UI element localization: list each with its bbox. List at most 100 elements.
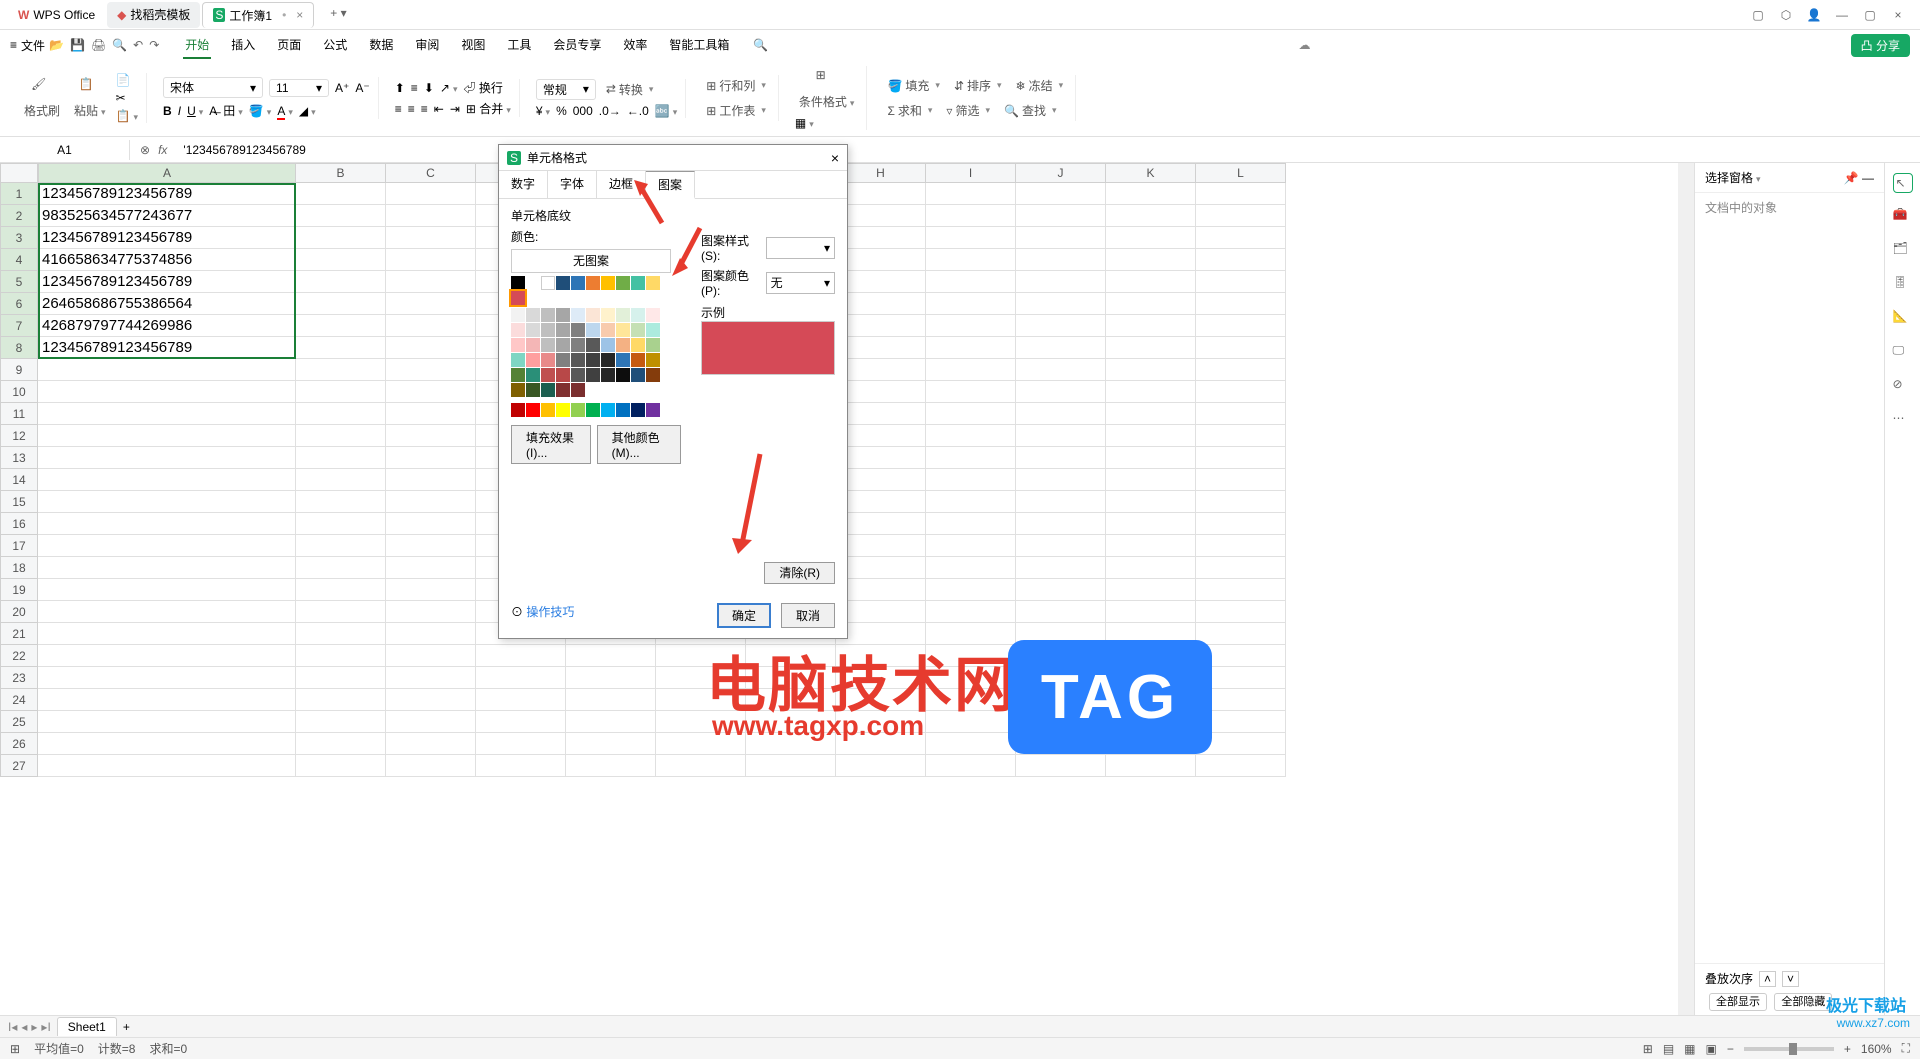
row-header[interactable]: 20	[0, 601, 38, 623]
screen-icon[interactable]: 🖵	[1893, 343, 1913, 363]
cell[interactable]	[1016, 381, 1106, 403]
cond-format-button[interactable]: ⊞条件格式	[795, 66, 859, 112]
pattern-color-select[interactable]: 无▾	[766, 272, 835, 294]
no-pattern-button[interactable]: 无图案	[511, 249, 671, 273]
color-swatch[interactable]	[586, 368, 600, 382]
col-header[interactable]: K	[1106, 163, 1196, 183]
cell[interactable]	[926, 227, 1016, 249]
row-header[interactable]: 13	[0, 447, 38, 469]
cell[interactable]	[38, 579, 296, 601]
cell[interactable]	[566, 689, 656, 711]
cell[interactable]	[1106, 579, 1196, 601]
cell[interactable]	[296, 733, 386, 755]
cell[interactable]	[1196, 447, 1286, 469]
cell[interactable]	[836, 183, 926, 205]
color-swatch[interactable]	[646, 338, 660, 352]
menu-页面[interactable]: 页面	[275, 32, 303, 59]
color-swatch[interactable]	[556, 276, 570, 290]
row-header[interactable]: 19	[0, 579, 38, 601]
cell[interactable]	[1016, 359, 1106, 381]
cell[interactable]	[746, 689, 836, 711]
color-swatch[interactable]	[556, 323, 570, 337]
orient-icon[interactable]: ↗	[440, 81, 458, 95]
view-reading-icon[interactable]: ▣	[1706, 1042, 1717, 1056]
cell[interactable]	[1106, 447, 1196, 469]
cell[interactable]	[296, 755, 386, 777]
menu-数据[interactable]: 数据	[367, 32, 395, 59]
color-swatch[interactable]	[526, 403, 540, 417]
cell[interactable]	[926, 733, 1016, 755]
cell[interactable]	[1106, 711, 1196, 733]
cell[interactable]	[1106, 249, 1196, 271]
cell[interactable]	[296, 491, 386, 513]
border-icon[interactable]: 田	[223, 102, 243, 119]
cell[interactable]	[296, 315, 386, 337]
cell[interactable]	[746, 667, 836, 689]
print-icon[interactable]: 🖨	[91, 38, 106, 52]
cell[interactable]: 123456789123456789	[38, 337, 296, 359]
cell[interactable]	[926, 315, 1016, 337]
cell[interactable]	[836, 249, 926, 271]
cell[interactable]	[296, 271, 386, 293]
search-icon[interactable]: 🔍	[753, 38, 768, 52]
row-header[interactable]: 23	[0, 667, 38, 689]
cell[interactable]	[1196, 645, 1286, 667]
add-sheet-button[interactable]: +	[123, 1020, 130, 1034]
cell[interactable]	[1106, 337, 1196, 359]
cell[interactable]	[38, 623, 296, 645]
cell[interactable]	[1196, 381, 1286, 403]
cell[interactable]	[926, 689, 1016, 711]
col-header[interactable]: B	[296, 163, 386, 183]
decrease-font-icon[interactable]: A⁻	[355, 81, 369, 95]
align-left-icon[interactable]: ≡	[395, 102, 402, 116]
font-name-select[interactable]: 宋体▾	[163, 77, 263, 98]
cell[interactable]	[656, 689, 746, 711]
cell[interactable]	[746, 755, 836, 777]
row-header[interactable]: 18	[0, 557, 38, 579]
cell[interactable]	[1106, 227, 1196, 249]
cell[interactable]	[1106, 601, 1196, 623]
cell[interactable]	[386, 513, 476, 535]
color-swatch[interactable]	[601, 338, 615, 352]
cell[interactable]	[386, 579, 476, 601]
cell[interactable]	[38, 755, 296, 777]
color-swatch[interactable]	[601, 308, 615, 322]
cell[interactable]	[296, 645, 386, 667]
cell[interactable]: 123456789123456789	[38, 227, 296, 249]
row-header[interactable]: 21	[0, 623, 38, 645]
maximize-icon[interactable]: ▢	[1860, 8, 1880, 22]
cell[interactable]	[296, 183, 386, 205]
zoom-in-icon[interactable]: +	[1844, 1042, 1851, 1056]
color-swatch[interactable]	[526, 323, 540, 337]
cell[interactable]	[1016, 689, 1106, 711]
cell[interactable]	[926, 249, 1016, 271]
cell[interactable]	[1016, 623, 1106, 645]
row-header[interactable]: 7	[0, 315, 38, 337]
cell[interactable]	[386, 205, 476, 227]
color-swatch[interactable]	[526, 383, 540, 397]
cell[interactable]	[836, 381, 926, 403]
cell[interactable]	[836, 425, 926, 447]
color-swatch[interactable]	[526, 368, 540, 382]
color-swatch[interactable]	[616, 403, 630, 417]
cell[interactable]	[296, 249, 386, 271]
open-icon[interactable]: 📂	[49, 38, 64, 52]
color-swatch[interactable]	[511, 338, 525, 352]
cell[interactable]	[1196, 755, 1286, 777]
cell[interactable]	[1196, 513, 1286, 535]
cell[interactable]: 123456789123456789	[38, 271, 296, 293]
color-swatch[interactable]	[586, 353, 600, 367]
hide-all-button[interactable]: 全部隐藏	[1774, 993, 1832, 1011]
highlight-icon[interactable]: ◢	[299, 104, 316, 118]
row-header[interactable]: 27	[0, 755, 38, 777]
col-header[interactable]: I	[926, 163, 1016, 183]
col-header[interactable]: A	[38, 163, 296, 183]
filter-button[interactable]: ▿ 筛选	[942, 100, 994, 121]
cell[interactable]	[386, 381, 476, 403]
color-swatch[interactable]	[541, 353, 555, 367]
cell[interactable]	[566, 711, 656, 733]
menu-视图[interactable]: 视图	[459, 32, 487, 59]
number-format-select[interactable]: 常规▾	[536, 79, 596, 100]
cell[interactable]	[1106, 491, 1196, 513]
cell[interactable]	[836, 579, 926, 601]
